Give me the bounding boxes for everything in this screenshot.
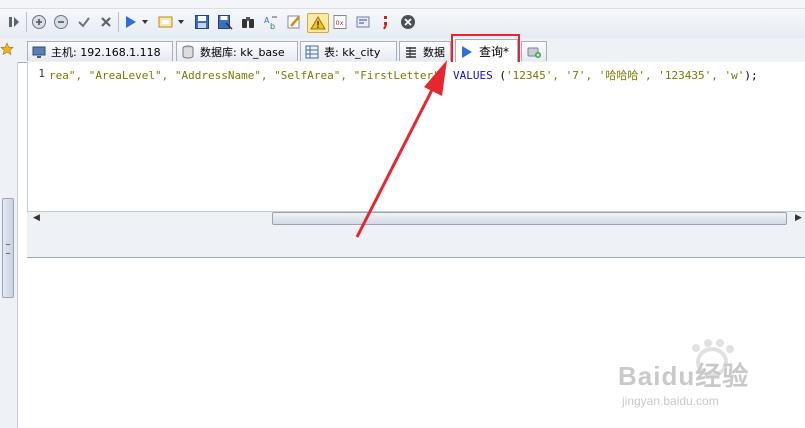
cancel-icon[interactable] [97,13,115,31]
save-icon[interactable] [193,13,211,31]
tab-host-label: 主机: 192.168.1.118 [51,45,161,59]
toolbar-top-edge [0,0,805,9]
tab-data[interactable]: 数据 [399,41,451,61]
sql-token: VALUES [453,69,500,82]
tab-database-label: 数据库: kk_base [200,45,285,59]
monitor-icon [32,46,46,58]
hex-icon[interactable]: 0x [331,13,349,31]
sql-token: "FirstLetter" [353,69,440,82]
binoculars-icon[interactable] [239,13,257,31]
sql-token: "AddressName", [174,69,275,82]
database-icon [182,45,194,58]
sql-token: '12345', [506,69,566,82]
sql-token: "AreaLevel", [88,69,175,82]
sql-token: '哈哈哈', [598,69,659,82]
tab-host[interactable]: 主机: 192.168.1.118 [27,41,173,61]
play-icon [462,45,472,58]
sql-token: ); [744,69,758,82]
tab-data-label: 数据 [423,45,445,59]
semicolon-icon[interactable] [377,13,393,31]
svg-text:b: b [270,22,275,30]
sql-token: rea", [49,69,89,82]
tab-database[interactable]: 数据库: kk_base [176,41,298,61]
toolbar-separator [118,12,119,32]
svg-text:0x: 0x [336,19,344,27]
data-grid-icon [406,46,416,58]
tab-table[interactable]: 表: kk_city [300,41,397,61]
toolbar-separator [26,12,27,32]
tab-query-label: 查询* [479,45,510,59]
tab-table-label: 表: kk_city [324,45,381,59]
format-icon[interactable]: Ab [262,13,280,31]
sql-editor[interactable] [27,62,805,212]
scrollbar-thumb[interactable] [272,212,787,225]
open-query-icon[interactable] [156,13,188,31]
watermark-brand: Baidu经验 [618,361,750,391]
warning-icon[interactable] [307,13,329,33]
sql-token: ) [439,69,454,82]
delete-record-icon[interactable] [52,13,70,31]
sql-token: "SelfArea", [274,69,354,82]
star-icon[interactable] [0,40,14,58]
watermark-url: jingyan.baidu.com [622,394,719,408]
editor-result-splitter[interactable] [27,227,805,258]
new-tab-icon [527,47,541,58]
add-record-icon[interactable] [30,13,48,31]
table-icon [305,45,319,58]
run-icon[interactable] [122,13,152,31]
scroll-right-icon[interactable]: ▶ [795,213,802,223]
vertical-splitter-handle[interactable] [2,198,14,298]
tab-query[interactable]: 查询* [455,39,518,63]
apply-icon[interactable] [75,13,93,31]
step-icon[interactable] [5,13,23,31]
sql-token: 'w' [724,69,745,82]
line-number: 1 [38,67,45,80]
sql-token: '123435', [658,69,725,82]
stop-icon[interactable] [399,13,417,31]
sql-token: '7', [565,69,599,82]
wrap-icon[interactable] [354,13,372,31]
sql-code-line[interactable]: rea", "AreaLevel", "AddressName", "SelfA… [49,67,805,83]
sql-token: ( [499,69,506,82]
scroll-left-icon[interactable]: ◀ [33,213,40,223]
save-as-icon[interactable] [216,13,234,31]
edit-icon[interactable] [285,13,303,31]
new-tab-button[interactable] [521,41,547,61]
